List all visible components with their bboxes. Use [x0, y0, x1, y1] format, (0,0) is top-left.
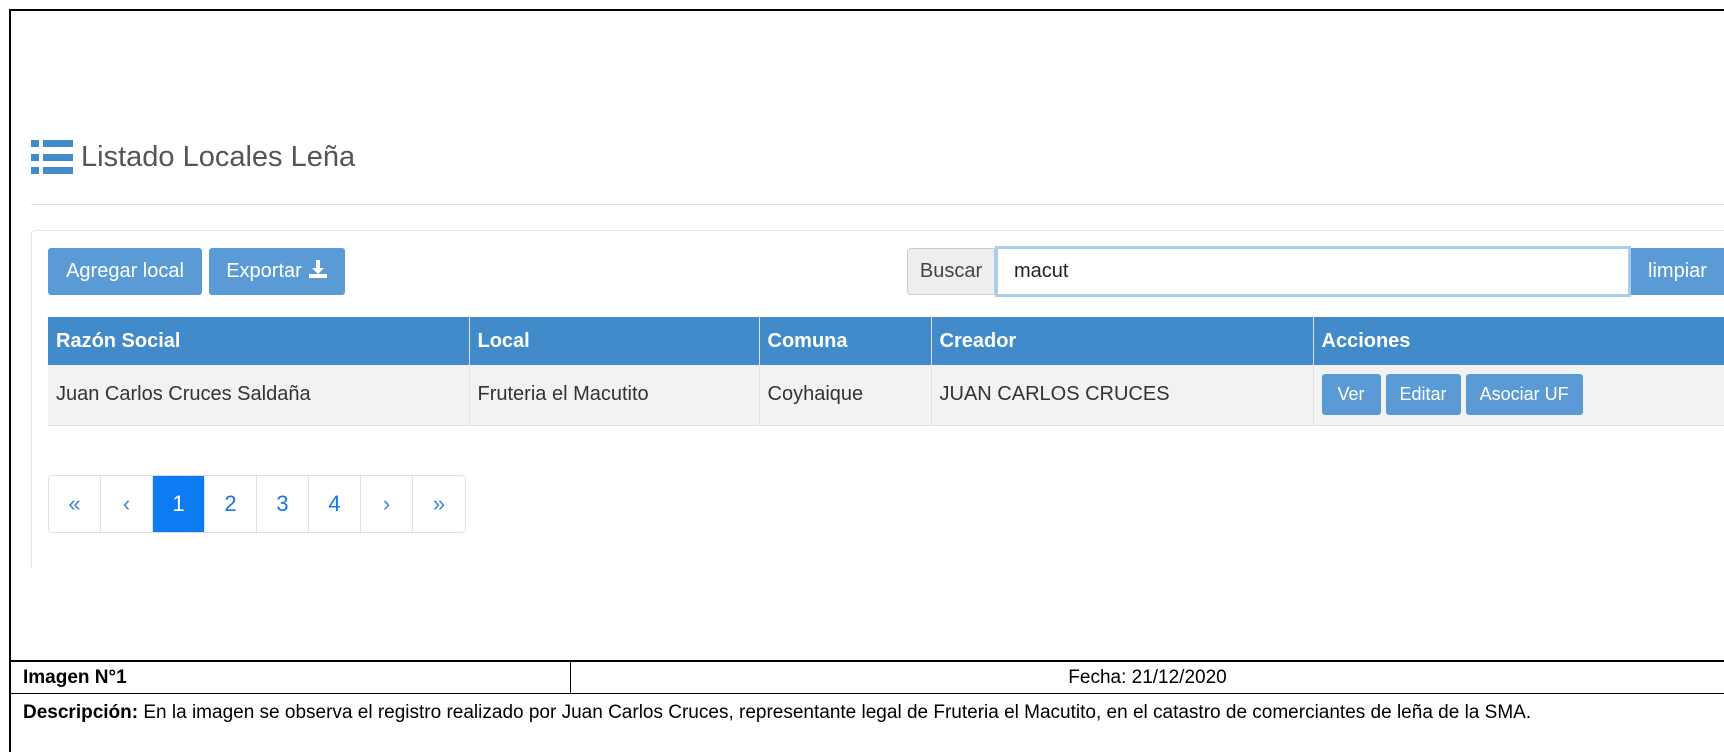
- table-row: Juan Carlos Cruces Saldaña Fruteria el M…: [48, 365, 1724, 426]
- cell-comuna: Coyhaique: [759, 365, 932, 426]
- download-icon: [308, 259, 328, 285]
- cell-creador: JUAN CARLOS CRUCES: [931, 365, 1314, 426]
- cell-actions: Ver Editar Asociar UF: [1313, 365, 1724, 426]
- search-input[interactable]: [995, 246, 1631, 297]
- description-text: En la imagen se observa el registro real…: [138, 702, 1532, 723]
- export-button[interactable]: Exportar: [209, 248, 345, 295]
- column-header-comuna[interactable]: Comuna: [759, 317, 932, 365]
- cell-local: Fruteria el Macutito: [469, 365, 760, 426]
- view-button[interactable]: Ver: [1321, 374, 1381, 416]
- caption-row: Imagen N°1 Fecha: 21/12/2020: [9, 660, 1724, 694]
- description: Descripción: En la imagen se observa el …: [9, 694, 1724, 752]
- page-button-3[interactable]: 3: [257, 476, 309, 532]
- first-page-button[interactable]: «: [49, 476, 101, 532]
- description-label: Descripción:: [23, 702, 139, 723]
- cell-razon-social: Juan Carlos Cruces Saldaña: [48, 365, 470, 426]
- page-header: Listado Locales Leña: [31, 140, 355, 174]
- page-title: Listado Locales Leña: [81, 140, 356, 173]
- page-button-1[interactable]: 1: [153, 476, 205, 532]
- column-header-local[interactable]: Local: [469, 317, 760, 365]
- prev-page-button[interactable]: ‹: [101, 476, 153, 532]
- search-label: Buscar: [907, 248, 995, 295]
- column-header-razon-social[interactable]: Razón Social: [48, 317, 470, 365]
- list-icon: [31, 140, 73, 174]
- date-label: Fecha: 21/12/2020: [1068, 666, 1227, 688]
- header-divider: [31, 204, 1724, 205]
- pagination: « ‹ 1 2 3 4 › »: [48, 475, 466, 533]
- add-local-label: Agregar local: [66, 260, 184, 282]
- edit-button[interactable]: Editar: [1385, 374, 1461, 416]
- clear-search-button[interactable]: limpiar: [1631, 248, 1724, 295]
- next-page-button[interactable]: ›: [361, 476, 413, 532]
- page-button-2[interactable]: 2: [205, 476, 257, 532]
- image-label: Imagen N°1: [9, 662, 571, 693]
- locales-table: Razón Social Local Comuna Creador Accion…: [48, 317, 1724, 426]
- export-label: Exportar: [226, 260, 302, 282]
- associate-uf-button[interactable]: Asociar UF: [1465, 374, 1583, 416]
- page-button-4[interactable]: 4: [309, 476, 361, 532]
- clear-label: limpiar: [1648, 260, 1707, 282]
- last-page-button[interactable]: »: [413, 476, 465, 532]
- add-local-button[interactable]: Agregar local: [48, 248, 202, 295]
- column-header-acciones: Acciones: [1313, 317, 1724, 365]
- column-header-creador[interactable]: Creador: [931, 317, 1314, 365]
- table-header-row: Razón Social Local Comuna Creador Accion…: [48, 317, 1724, 365]
